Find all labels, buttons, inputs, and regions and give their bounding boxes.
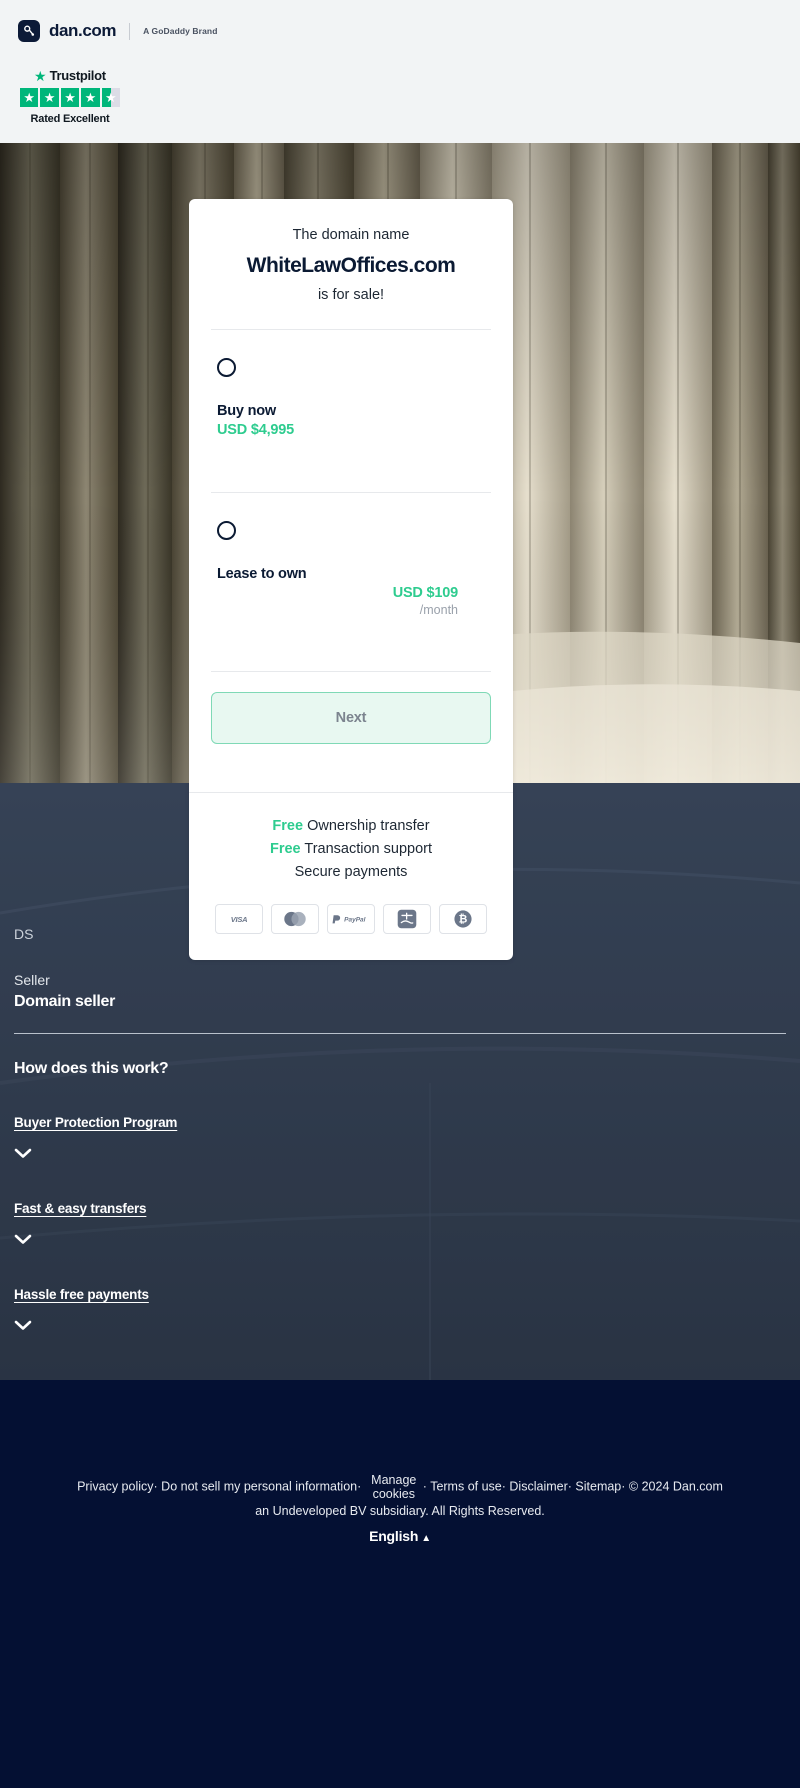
option-lease-period: /month: [419, 602, 458, 617]
accordion-item-hassle-free-payments[interactable]: Hassle free payments: [14, 1286, 786, 1336]
trustpilot-name: Trustpilot: [49, 68, 107, 83]
benefit-ownership-transfer: Free Ownership transfer: [217, 815, 485, 838]
brand-logo[interactable]: dan.com A GoDaddy Brand: [18, 20, 218, 42]
top-bar: dan.com A GoDaddy Brand ★ Trustpilot ★ ★…: [0, 0, 800, 143]
benefit-secure-payments: Secure payments: [217, 861, 485, 884]
footer-subsidiary-line: an Undeveloped BV subsidiary. All Rights…: [255, 1503, 545, 1518]
footer-sep-5: ·: [567, 1479, 572, 1494]
seller-name: Domain seller: [14, 993, 116, 1010]
godaddy-tagline: A GoDaddy Brand: [143, 26, 218, 36]
option-buy-now-title: Buy now: [217, 402, 277, 419]
how-it-works-title: How does this work?: [14, 1060, 169, 1077]
trustpilot-star-icon: ★: [34, 67, 47, 84]
footer-sep-6: ·: [621, 1479, 626, 1494]
star-4: ★: [81, 88, 100, 107]
accordion-label-fast-easy-transfers[interactable]: Fast & easy transfers: [14, 1201, 147, 1216]
option-lease-to-own[interactable]: Lease to own USD $109 /month: [189, 493, 513, 645]
option-lease-title: Lease to own: [217, 565, 307, 582]
star-5-half: ★: [101, 88, 121, 107]
radio-buy-now[interactable]: [217, 357, 236, 377]
trustpilot-stars: ★ ★ ★ ★ ★: [20, 88, 121, 107]
star-1: ★: [20, 88, 39, 107]
brand-name: dan.com: [49, 21, 117, 40]
footer-sep-3: ·: [422, 1479, 427, 1494]
accordion-item-buyer-protection[interactable]: Buyer Protection Program: [14, 1114, 786, 1164]
card-header: The domain name WhiteLawOffices.com is f…: [189, 199, 513, 303]
footer-copyright: © 2024 Dan.com: [628, 1479, 723, 1494]
trustpilot-widget[interactable]: ★ Trustpilot ★ ★ ★ ★ ★ Rated Excellent: [20, 68, 121, 125]
next-button[interactable]: Next: [211, 691, 491, 744]
for-sale-text: is for sale!: [317, 286, 385, 303]
footer-link-manage-cookies[interactable]: Manage cookies: [365, 1473, 423, 1502]
seller-divider: [14, 1033, 786, 1034]
dan-logo-icon: [18, 20, 40, 42]
trustpilot-rating-text: Rated Excellent: [30, 113, 110, 125]
seller-avatar-initials: DS: [14, 926, 34, 942]
caret-up-icon: ▲: [421, 1533, 431, 1544]
benefit-transaction-support: Free Transaction support: [217, 838, 485, 861]
star-3: ★: [60, 88, 80, 107]
trustpilot-heading: ★ Trustpilot: [20, 68, 120, 83]
free-tag-1: Free: [272, 817, 304, 834]
accordion-label-hassle-free-payments[interactable]: Hassle free payments: [14, 1287, 149, 1302]
next-button-wrapper: Next: [189, 672, 513, 766]
footer: Privacy policy· Do not sell my personal …: [0, 1380, 800, 1788]
domain-name: WhiteLawOffices.com: [246, 253, 456, 277]
free-tag-2: Free: [269, 841, 301, 858]
seller-label: Seller: [14, 972, 50, 988]
footer-sep-4: ·: [501, 1479, 506, 1494]
chevron-down-icon[interactable]: [14, 1318, 32, 1336]
card-intro-text: The domain name: [292, 227, 410, 243]
option-lease-price: USD $109: [392, 584, 459, 601]
page-root: dan.com A GoDaddy Brand ★ Trustpilot ★ ★…: [0, 0, 800, 1788]
language-selector-button[interactable]: English ▲: [369, 1528, 431, 1544]
footer-link-disclaimer[interactable]: Disclaimer: [509, 1480, 567, 1494]
purchase-card: The domain name WhiteLawOffices.com is f…: [189, 199, 513, 961]
footer-sep-2: ·: [357, 1479, 362, 1494]
language-label: English: [369, 1528, 419, 1544]
benefit-text-2: Transaction support: [300, 841, 433, 858]
chevron-down-icon[interactable]: [14, 1146, 32, 1164]
accordion-label-buyer-protection[interactable]: Buyer Protection Program: [14, 1115, 177, 1130]
footer-link-privacy-policy[interactable]: Privacy policy: [77, 1480, 153, 1494]
chevron-down-icon[interactable]: [14, 1232, 32, 1250]
footer-link-do-not-sell[interactable]: Do not sell my personal information: [161, 1480, 357, 1494]
accordion-item-fast-easy-transfers[interactable]: Fast & easy transfers: [14, 1200, 786, 1250]
footer-sep-1: ·: [153, 1479, 158, 1494]
footer-link-terms-of-use[interactable]: Terms of use: [430, 1480, 502, 1494]
star-2: ★: [40, 88, 59, 107]
footer-links: Privacy policy· Do not sell my personal …: [0, 1473, 800, 1521]
benefits-list: Free Ownership transfer Free Transaction…: [189, 793, 513, 885]
radio-lease-to-own[interactable]: [217, 520, 236, 540]
brand-divider: [129, 22, 131, 40]
benefit-text-3: Secure payments: [294, 864, 408, 881]
benefit-text-1: Ownership transfer: [303, 817, 430, 834]
footer-link-sitemap[interactable]: Sitemap: [575, 1480, 621, 1494]
language-selector-wrapper: English ▲: [0, 1528, 800, 1546]
content-wrapper: DS Seller Domain seller How does this wo…: [0, 900, 800, 1336]
seller-and-faq-section: DS Seller Domain seller How does this wo…: [0, 900, 800, 1336]
option-buy-now[interactable]: Buy now USD $4,995: [189, 330, 513, 466]
option-buy-now-price: USD $4,995: [217, 421, 294, 438]
